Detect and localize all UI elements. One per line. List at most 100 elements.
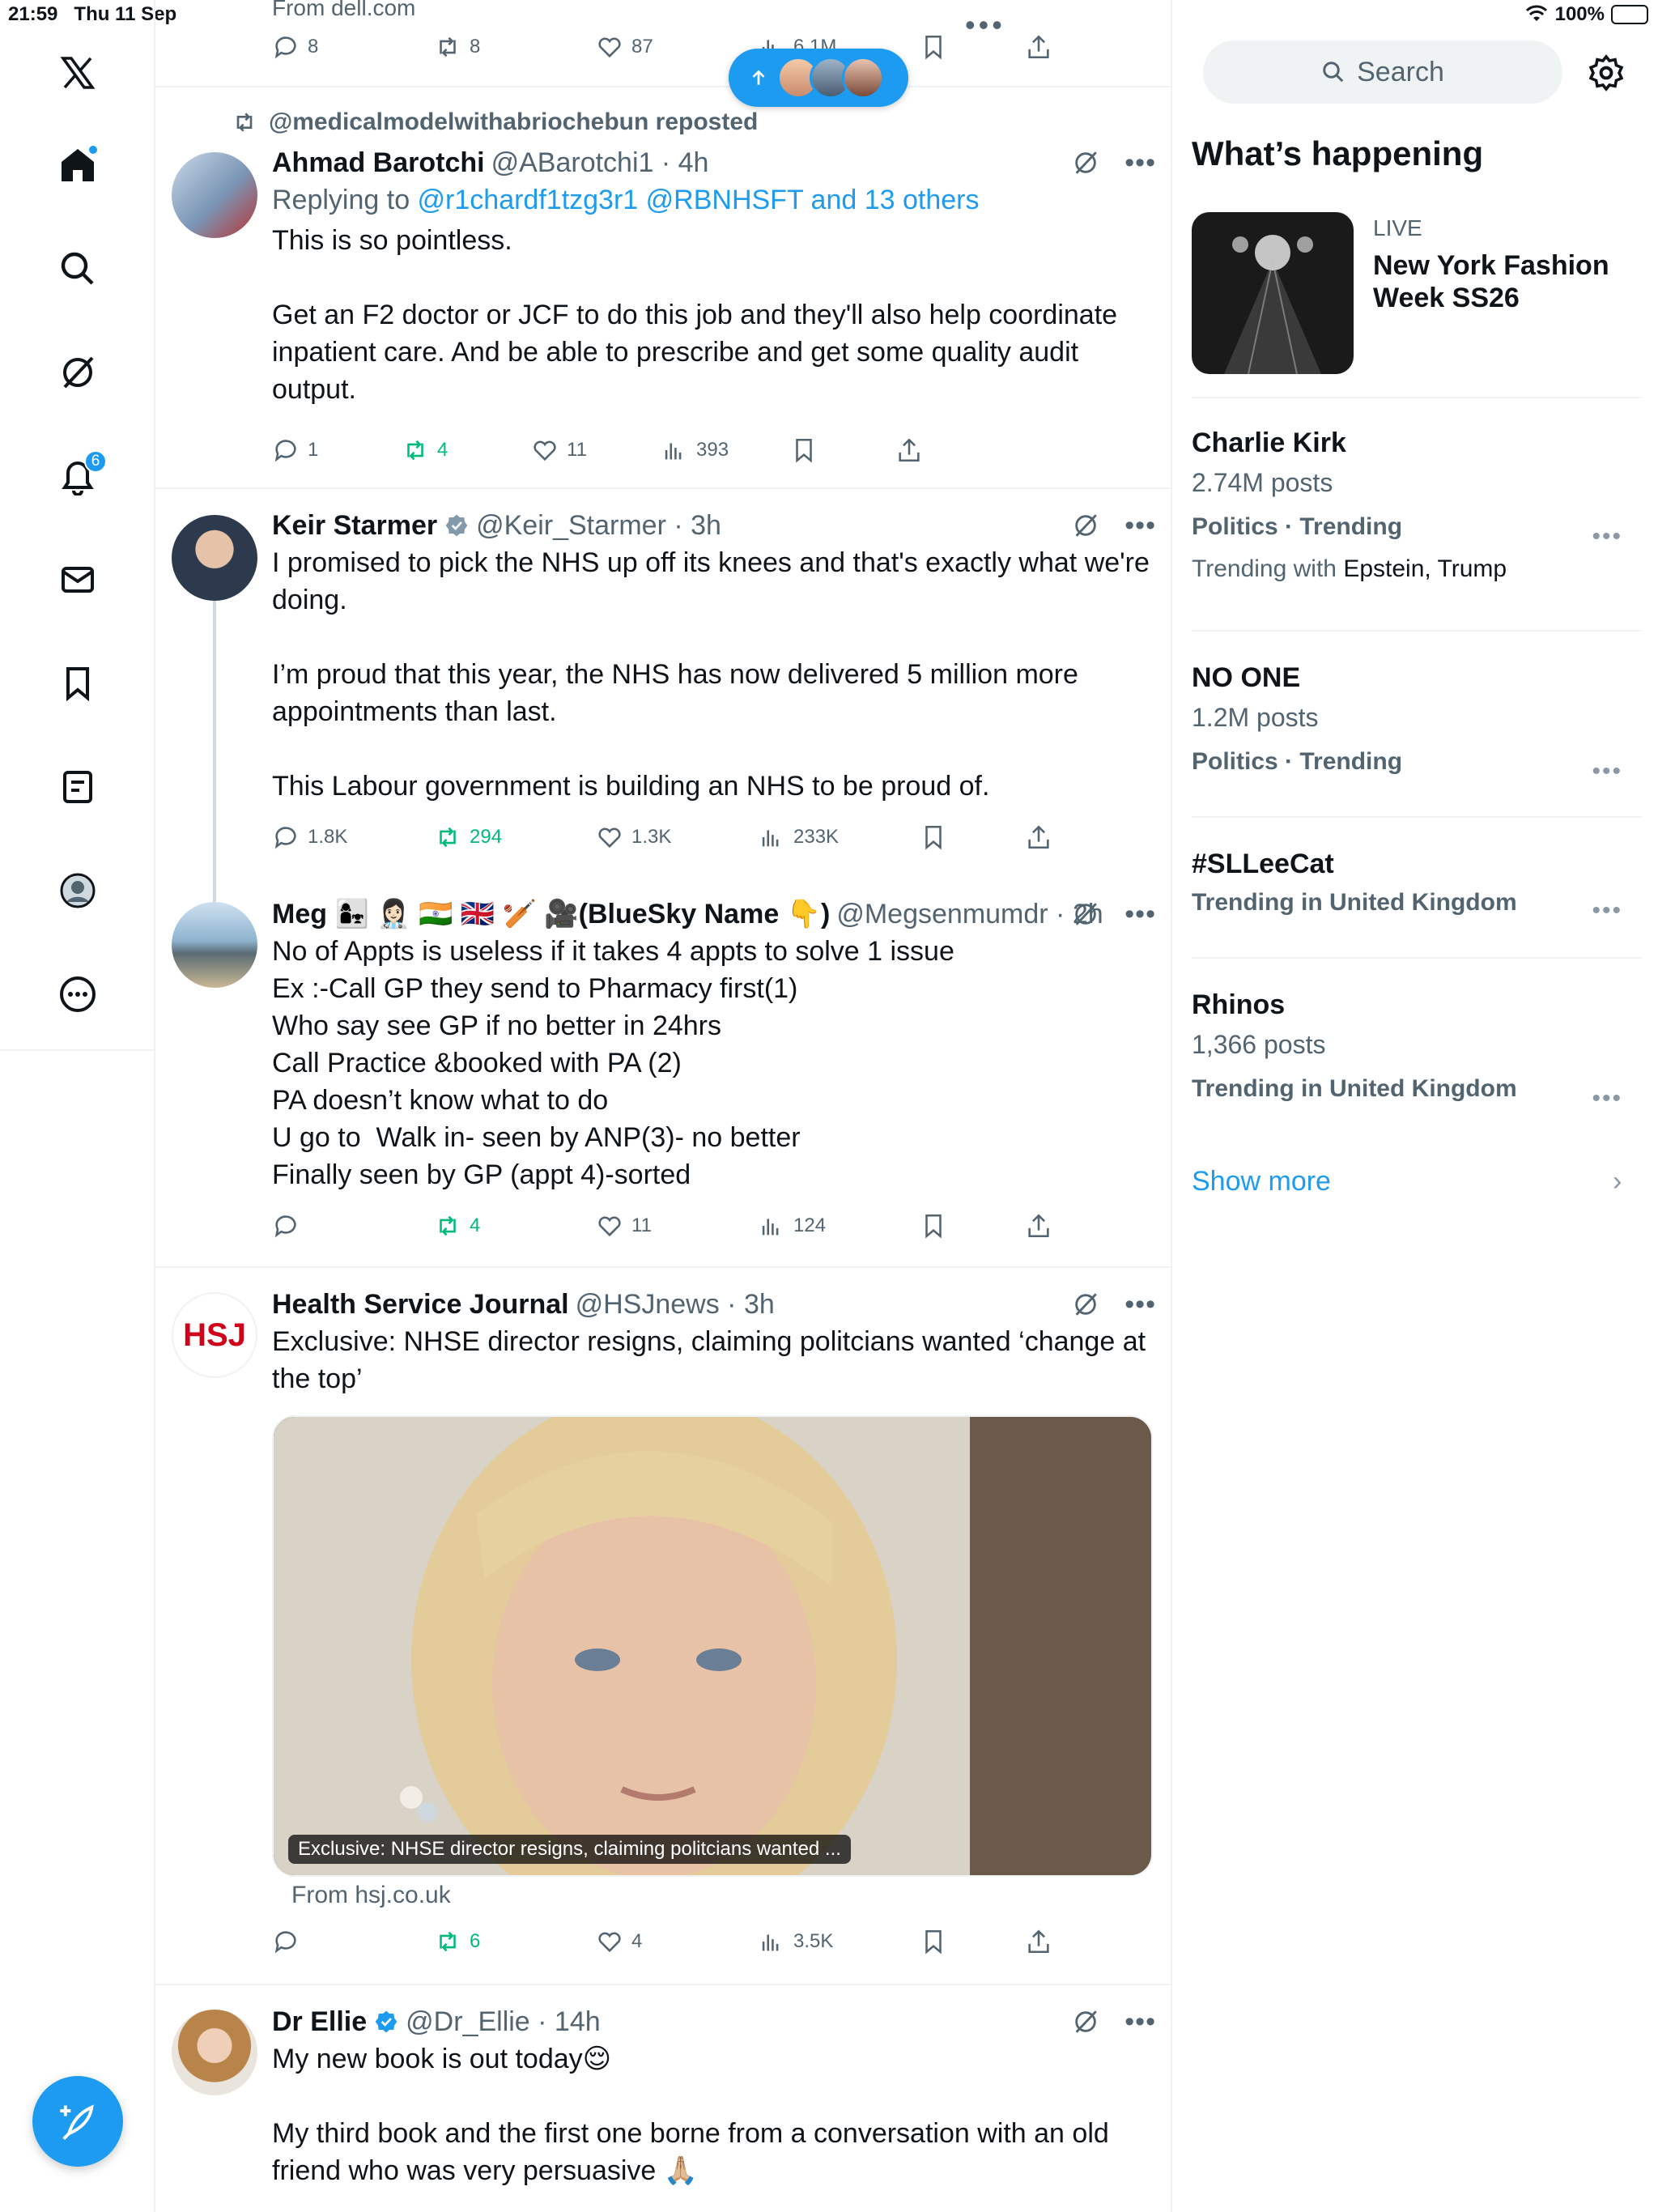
repost-button[interactable]: 6 (434, 1928, 480, 1955)
views-button[interactable]: 124 (758, 1212, 826, 1240)
share-icon (899, 438, 920, 462)
repost-icon (440, 36, 456, 57)
tweet-partial[interactable]: From dell.com 8 8 87 6.1M (155, 0, 1171, 87)
author-name[interactable]: Health Service Journal (272, 1289, 569, 1321)
like-button[interactable]: 1.3K (596, 823, 671, 851)
share-icon (1028, 35, 1049, 59)
reply-button[interactable]: 1 (272, 436, 318, 464)
trend-item[interactable]: Charlie Kirk 2.74M posts Politics · Tren… (1192, 428, 1642, 583)
live-label: LIVE (1373, 215, 1422, 240)
bookmark-button[interactable] (920, 1928, 947, 1955)
reply-button[interactable] (272, 1212, 308, 1240)
more-options-button[interactable]: ••• (1124, 899, 1156, 930)
x-logo-icon[interactable] (45, 40, 110, 105)
repost-button[interactable]: 8 (434, 33, 480, 61)
more-options-button[interactable]: ••• (1124, 2006, 1156, 2038)
author-name[interactable]: Dr Ellie (272, 2006, 367, 2038)
trend-item[interactable]: Rhinos 1,366 posts Trending in United Ki… (1192, 989, 1642, 1117)
author-handle[interactable]: @Megsenmumdr · 2h (836, 899, 1103, 930)
bookmark-button[interactable] (790, 436, 818, 464)
author-name[interactable]: Meg 👩‍👧 👩🏻‍⚕️ 🇮🇳 🇬🇧 🏏 🎥(BlueSky Name 👇) (272, 898, 830, 930)
live-event-title[interactable]: New York Fashion Week SS26 (1373, 249, 1640, 314)
messages-icon[interactable] (45, 547, 110, 612)
author-handle[interactable]: @Dr_Ellie · 14h (406, 2006, 601, 2038)
grok-icon[interactable] (1072, 512, 1099, 539)
runway-photo (1192, 212, 1354, 374)
link-card-caption: Exclusive: NHSE director resigns, claimi… (288, 1835, 851, 1864)
author-name[interactable]: Keir Starmer (272, 510, 437, 542)
avatar[interactable] (172, 902, 257, 988)
views-button[interactable]: 233K (758, 823, 839, 851)
tweet-text: Exclusive: NHSE director resigns, claimi… (272, 1326, 1154, 1394)
grok-icon[interactable] (1072, 1291, 1099, 1318)
home-icon[interactable] (45, 133, 110, 198)
reply-button[interactable]: 8 (272, 33, 318, 61)
show-more-link[interactable]: Show more (1192, 1166, 1331, 1197)
grok-icon[interactable] (1072, 2008, 1099, 2035)
more-options-button[interactable]: ••• (1124, 1289, 1156, 1321)
author-handle[interactable]: @Keir_Starmer · 3h (476, 510, 721, 542)
share-button[interactable] (1025, 823, 1052, 851)
more-icon[interactable] (45, 962, 110, 1027)
grok-icon[interactable] (1072, 149, 1099, 177)
author-handle[interactable]: @HSJnews · 3h (576, 1289, 775, 1321)
more-options-button[interactable]: ••• (1124, 510, 1156, 542)
trend-more-button[interactable]: ••• (1592, 1085, 1622, 1112)
grok-icon[interactable] (45, 340, 110, 405)
author-handle[interactable]: @ABarotchi1 · 4h (491, 147, 709, 179)
trend-item[interactable]: #SLLeeCat Trending in United Kingdom ••• (1192, 849, 1642, 931)
tweet-text: No of Appts is useless if it takes 4 app… (272, 936, 954, 1190)
repost-button[interactable]: 4 (402, 436, 448, 464)
more-options-button[interactable]: ••• (1124, 147, 1156, 179)
bookmark-button[interactable] (920, 823, 947, 851)
like-button[interactable]: 87 (596, 33, 653, 61)
bookmark-icon (925, 35, 942, 60)
lists-icon[interactable] (45, 755, 110, 819)
repost-icon (440, 1215, 456, 1236)
link-source[interactable]: From dell.com (272, 0, 415, 21)
reply-button[interactable]: 1.8K (272, 823, 347, 851)
bookmarks-icon[interactable] (45, 651, 110, 716)
bookmark-button[interactable] (920, 33, 947, 61)
gear-icon[interactable] (1587, 53, 1626, 92)
avatar[interactable] (172, 152, 257, 238)
rail-divider (0, 1049, 155, 1051)
reply-button[interactable] (272, 1928, 308, 1955)
trend-item[interactable]: NO ONE 1.2M posts Politics · Trending ••… (1192, 662, 1642, 790)
repost-button[interactable]: 294 (434, 823, 502, 851)
views-button[interactable]: 393 (661, 436, 729, 464)
share-button[interactable] (1025, 1212, 1052, 1240)
avatar[interactable] (172, 515, 257, 601)
trend-more-button[interactable]: ••• (1592, 758, 1622, 785)
share-icon (1028, 825, 1049, 849)
live-event-card[interactable]: LIVE New York Fashion Week SS26 (1192, 212, 1645, 374)
search-icon[interactable] (45, 236, 110, 301)
grok-icon[interactable] (1072, 900, 1099, 928)
avatar[interactable]: HSJ (172, 1292, 257, 1378)
live-event-thumbnail (1192, 212, 1354, 374)
link-card-image[interactable]: Exclusive: NHSE director resigns, claimi… (272, 1415, 1153, 1877)
share-button[interactable] (1025, 1928, 1052, 1955)
avatar[interactable] (172, 2010, 257, 2095)
like-button[interactable]: 4 (596, 1928, 642, 1955)
bookmark-button[interactable] (920, 1212, 947, 1240)
search-input[interactable]: Search (1203, 40, 1562, 104)
views-button[interactable]: 3.5K (758, 1928, 833, 1955)
link-source[interactable]: From hsj.co.uk (291, 1882, 451, 1909)
compose-button[interactable] (32, 2076, 123, 2167)
like-button[interactable]: 11 (531, 436, 587, 464)
notifications-icon[interactable]: 6 (45, 444, 110, 508)
repost-button[interactable]: 4 (434, 1212, 480, 1240)
trend-more-button[interactable]: ••• (1592, 897, 1622, 925)
tweet[interactable]: @medicalmodelwithabriochebun reposted Ah… (155, 87, 1171, 489)
share-button[interactable] (895, 436, 923, 464)
reposted-by[interactable]: @medicalmodelwithabriochebun reposted (232, 108, 758, 136)
like-button[interactable]: 11 (596, 1212, 652, 1240)
share-button[interactable] (1025, 33, 1052, 61)
replying-to-link[interactable]: @r1chardf1tzg3r1 @RBNHSFT and 13 others (418, 185, 980, 215)
tweet[interactable]: Dr Ellie @Dr_Ellie · 14h ••• My new book… (155, 1985, 1171, 2212)
tweet[interactable]: HSJ Health Service Journal @HSJnews · 3h… (155, 1268, 1171, 1985)
profile-icon[interactable] (45, 858, 110, 923)
trend-more-button[interactable]: ••• (1592, 523, 1622, 551)
author-name[interactable]: Ahmad Barotchi (272, 147, 485, 179)
